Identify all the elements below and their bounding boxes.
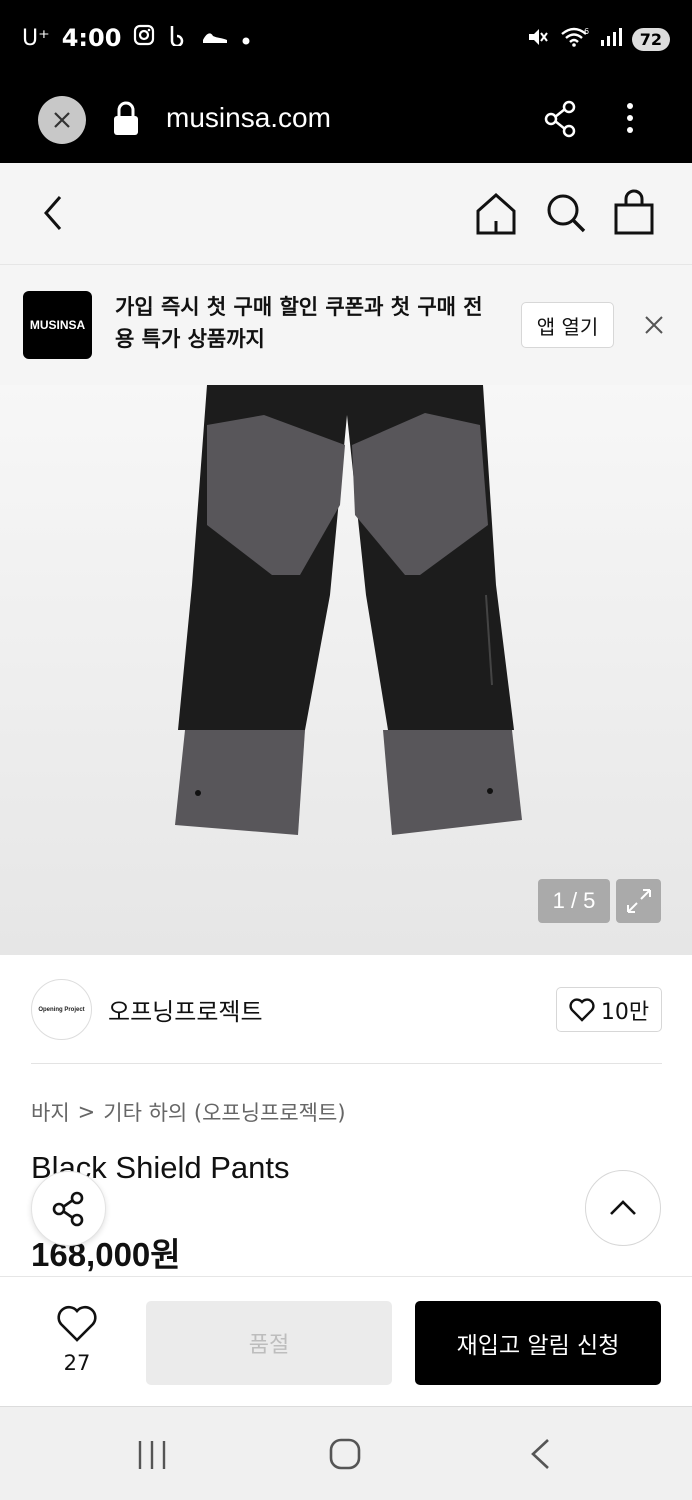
wishlist-button[interactable]: 27 [52,1305,102,1375]
image-counter: 1 / 5 [538,879,610,923]
brand-row[interactable]: Opening Project 오프닝프로젝트 10만 [0,955,692,1063]
chevron-left-icon [44,196,62,230]
brand-name[interactable]: 오프닝프로젝트 [108,992,263,1027]
expand-image-button[interactable] [616,879,661,923]
heart-icon [569,997,595,1022]
share-icon [544,100,576,138]
search-icon [547,194,586,233]
product-image-gallery[interactable]: 1 / 5 [0,385,692,955]
android-navigation-bar [0,1406,692,1500]
rounded-square-home-icon [329,1438,361,1470]
purchase-action-bar: 27 품절 재입고 알림 신청 [0,1276,692,1406]
musinsa-logo: MUSINSA [23,291,92,359]
back-button[interactable] [36,193,70,237]
share-button[interactable] [31,1171,106,1246]
search-button[interactable] [544,191,588,241]
chevron-left-icon [531,1439,549,1469]
restock-alert-button[interactable]: 재입고 알림 신청 [415,1301,661,1385]
cart-button[interactable] [612,189,656,241]
app-header [0,163,692,265]
shopping-bag-icon [614,189,654,235]
browser-share-button[interactable] [543,100,579,142]
close-tab-button[interactable] [38,96,86,144]
breadcrumb: 바지 > 기타 하의 (오프닝프로젝트) [31,1097,346,1127]
promo-message: 가입 즉시 첫 구매 할인 쿠폰과 첫 구매 전용 특가 상품까지 [115,295,483,351]
wifi-icon: 6 [560,26,590,52]
brand-like-count: 10만 [600,999,650,1025]
breadcrumb-separator: > [77,1100,96,1124]
heart-icon [57,1305,97,1342]
status-left: U⁺ 4:00 [22,24,251,52]
close-icon [54,112,70,128]
status-right: 6 72 [526,26,670,52]
close-icon [645,316,663,334]
breadcrumb-category[interactable]: 바지 [31,1097,70,1127]
wifi-gen-label: 6 [584,27,589,36]
wishlist-count: 27 [63,1351,91,1375]
system-back-button[interactable] [528,1437,552,1475]
b-app-icon [167,24,189,52]
share-icon [52,1191,83,1226]
recent-apps-button[interactable] [136,1439,168,1475]
shoe-icon [201,24,229,52]
notification-dot-icon [241,24,251,52]
carrier-label: U⁺ [22,25,50,51]
brand-like-button[interactable]: 10만 [556,987,662,1032]
expand-icon [626,889,651,913]
browser-address-bar: musinsa.com [0,80,692,163]
breadcrumb-subcategory[interactable]: 기타 하의 (오프닝프로젝트) [103,1097,345,1127]
home-icon [476,192,516,235]
chevron-up-icon [610,1200,636,1215]
more-vertical-icon [627,103,633,133]
open-app-button[interactable]: 앱 열기 [521,302,614,348]
app-promo-banner: MUSINSA 가입 즉시 첫 구매 할인 쿠폰과 첫 구매 전용 특가 상품까… [0,265,692,385]
recents-icon [138,1441,166,1469]
battery-level: 72 [631,27,670,51]
status-bar: U⁺ 4:00 6 72 [0,0,692,80]
home-button[interactable] [474,191,518,241]
mute-icon [526,26,550,52]
signal-icon [600,27,622,51]
system-home-button[interactable] [328,1437,362,1475]
browser-menu-button[interactable] [618,100,642,144]
lock-icon[interactable] [112,100,140,142]
instagram-icon [133,24,155,52]
banner-close-button[interactable] [640,311,668,343]
sold-out-button: 품절 [146,1301,392,1385]
brand-avatar[interactable]: Opening Project [31,979,92,1040]
product-photo [175,385,522,835]
url-text[interactable]: musinsa.com [166,102,331,134]
scroll-to-top-button[interactable] [585,1170,661,1246]
divider [31,1063,662,1064]
clock: 4:00 [61,24,122,52]
